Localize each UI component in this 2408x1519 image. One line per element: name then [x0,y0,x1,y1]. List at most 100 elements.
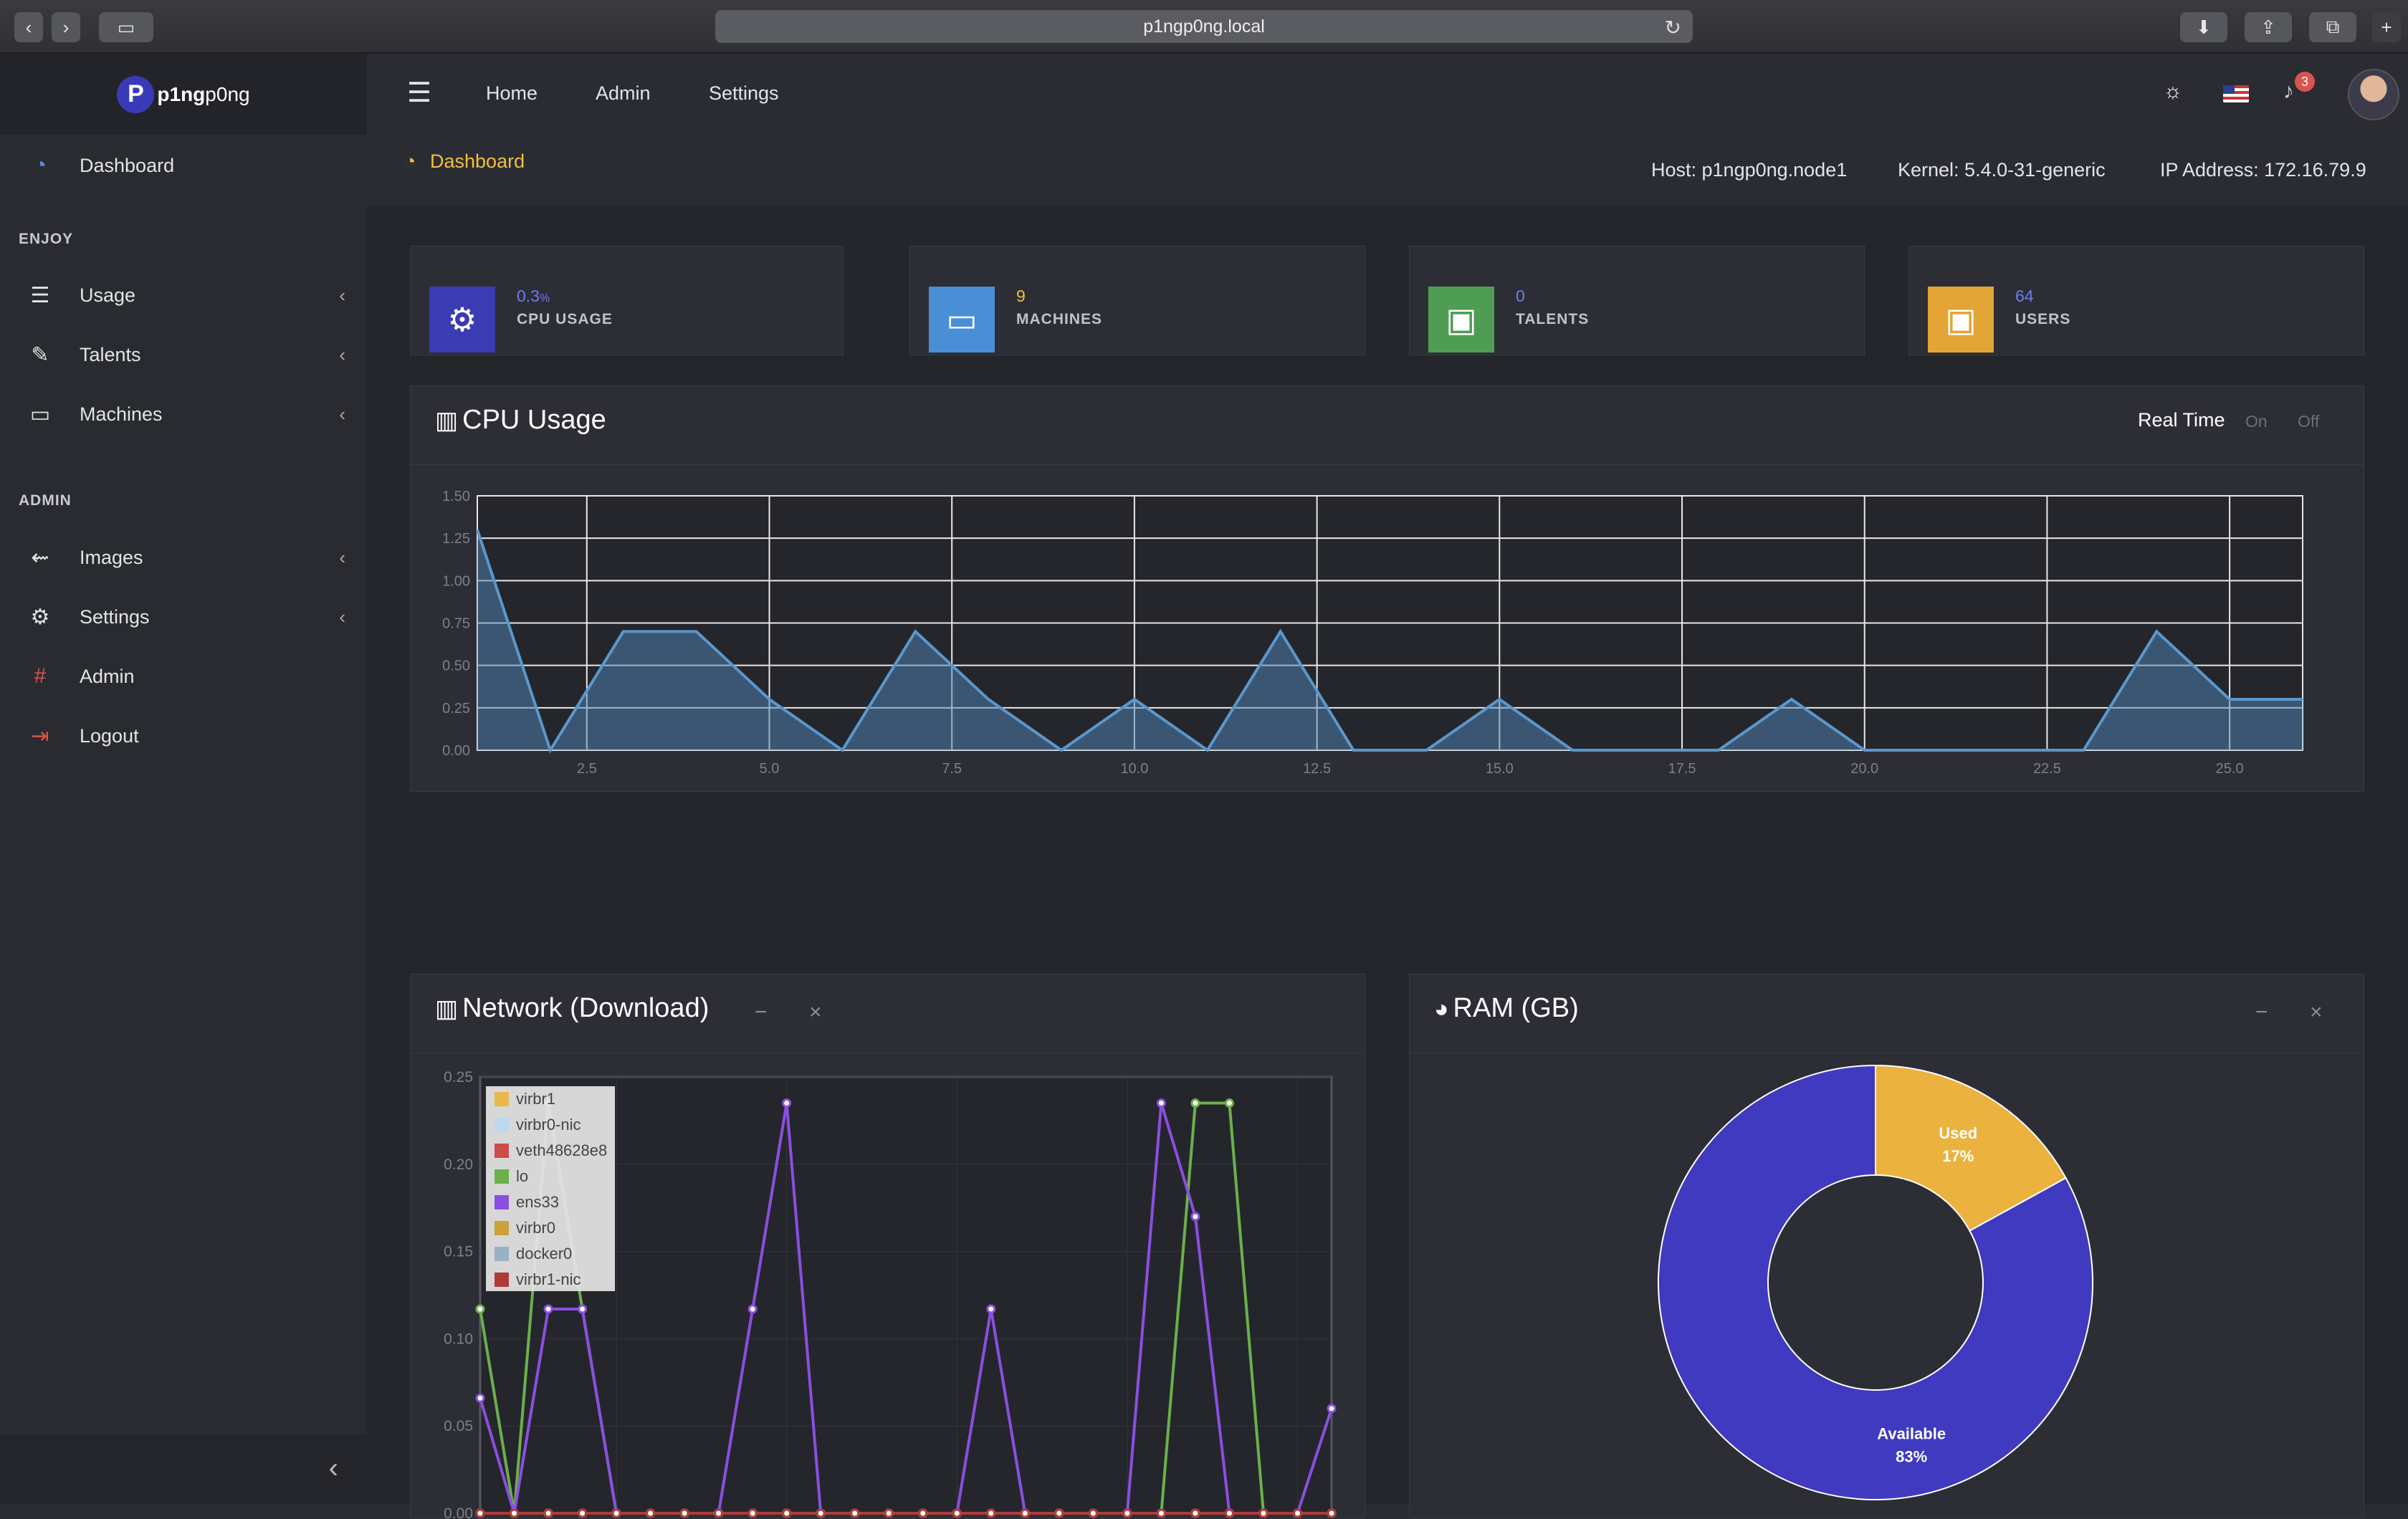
data-point [679,1508,689,1518]
x-tick-label: 17.5 [1668,761,1696,773]
sign-out-icon: ⇥ [31,724,49,748]
legend-label: lo [516,1167,528,1185]
y-tick-label: 0.25 [442,701,470,717]
data-point [1258,1508,1268,1518]
chevron-left-icon: ‹ [25,16,32,38]
sidebar-item-admin[interactable]: # Admin [0,651,367,701]
sidebar-item-talents[interactable]: ✎ Talents ‹ [0,330,367,380]
ip-info: IP Address: 172.16.79.9 [2160,159,2366,181]
y-tick-label: 0.50 [442,658,470,674]
data-point [747,1508,758,1518]
close-icon[interactable]: × [2310,1000,2323,1025]
top-navbar: ☰ Home Admin Settings ☼ ♪ 3 [367,54,2408,135]
forward-button[interactable]: › [52,12,80,42]
sidebar-item-machines[interactable]: ▭ Machines ‹ [0,389,367,439]
sidebar-item-images[interactable]: ⇜ Images ‹ [0,532,367,583]
data-point [1054,1508,1064,1518]
legend: virbr1 virbr0-nic veth48628e8 lo ens33 virbr0… [486,1086,615,1291]
legend-label: virbr1-nic [516,1270,580,1288]
ram-panel: ◕ RAM (GB) − × Used 17% Available 83% [1409,974,2364,1518]
bell-icon[interactable]: ♪ [2283,80,2294,104]
info-box-talents: ▣ 0 TALENTS [1409,246,1865,355]
realtime-off-button[interactable]: Off [2298,412,2319,431]
sidebar-item-label: Talents [80,343,141,365]
legend-swatch [494,1247,509,1261]
logo-icon: P [117,75,155,113]
sidebar-item-settings[interactable]: ⚙ Settings ‹ [0,592,367,642]
breadcrumb: ◔ Dashboard Host: p1ngp0ng.node1 Kernel:… [367,135,2408,206]
legend-swatch [494,1092,509,1106]
x-tick-label: 15.0 [1486,761,1514,773]
address-bar[interactable]: p1ngp0ng.local ↻ [715,10,1693,43]
sidebar-item-dashboard[interactable]: ◔ Dashboard [0,140,367,191]
main-content: ⚙ 0.3% CPU USAGE ▭ 9 MACHINES ▣ 0 TALENT… [367,206,2408,1519]
data-point [952,1508,962,1518]
info-label: MACHINES [1016,311,1103,327]
dashboard-icon: ◔ [33,153,47,177]
breadcrumb-label[interactable]: Dashboard [430,150,525,173]
hash-icon: # [34,664,47,688]
avatar[interactable] [2348,69,2399,120]
x-tick-label: 5.0 [760,761,780,773]
brand-logo[interactable]: P p1ng p0ng [0,54,367,135]
nav-settings[interactable]: Settings [709,82,779,105]
info-value: 64 [2015,287,2034,305]
info-box-cpu: ⚙ 0.3% CPU USAGE [410,246,844,355]
data-point [986,1508,996,1518]
data-point [1327,1404,1337,1414]
bar-chart-icon: ▥ [435,407,459,434]
close-icon[interactable]: × [809,1000,822,1025]
new-tab-button[interactable]: + [2372,12,2401,42]
chevron-left-icon: ‹ [339,284,345,306]
minimize-icon[interactable]: − [2255,1000,2268,1025]
info-value: 9 [1016,287,1026,305]
chevron-right-icon: › [62,16,70,38]
nav-admin[interactable]: Admin [596,82,651,105]
gears-icon: ⚙ [429,287,495,353]
legend-swatch [494,1169,509,1184]
data-point [850,1508,860,1518]
info-label: USERS [2015,311,2071,327]
sidebar-item-label: Admin [80,665,135,687]
legend-swatch [494,1195,509,1209]
us-flag-icon[interactable] [2223,85,2249,102]
data-point [578,1508,588,1518]
sidebar-item-label: Dashboard [80,154,175,176]
sidebar-toggle-button[interactable]: ▭ [99,12,153,42]
magic-wand-icon: ✎ [31,342,49,367]
legend-label: virbr0 [516,1219,555,1237]
x-tick-label: 22.5 [2033,761,2061,773]
realtime-on-button[interactable]: On [2245,412,2268,431]
network-panel: ▥ Network (Download) − × 0.00 0.05 0.10 0.15… [410,974,1365,1519]
browser-toolbar: ‹ › ▭ p1ngp0ng.local ↻ ⬇ ⇪ ⧉ + [0,0,2408,54]
kernel-info: Kernel: 5.4.0-31-generic [1898,159,2106,181]
minimize-icon[interactable]: − [755,1000,768,1025]
theme-toggle-icon[interactable]: ☼ [2163,80,2183,104]
legend-swatch [494,1221,509,1235]
info-value: 0 [1516,287,1525,305]
tabs-button[interactable]: ⧉ [2309,12,2356,42]
legend-label: virbr1 [516,1090,555,1108]
info-label: TALENTS [1516,311,1590,327]
legend-swatch [494,1118,509,1132]
laptop-icon: ▭ [29,402,51,426]
data-point [1156,1508,1166,1518]
legend-label: docker0 [516,1245,572,1262]
sidebar-item-logout[interactable]: ⇥ Logout [0,711,367,761]
tabs-icon: ⧉ [2326,16,2340,37]
nav-home[interactable]: Home [486,82,538,105]
panel-title: ◕ RAM (GB) [1434,993,1579,1023]
sidebar-collapse-button[interactable]: ‹ [0,1433,367,1505]
downloads-button[interactable]: ⬇ [2180,12,2227,42]
hamburger-icon[interactable]: ☰ [407,77,431,109]
data-point [986,1304,996,1314]
back-button[interactable]: ‹ [14,12,43,42]
info-label: CPU USAGE [517,311,613,327]
section-enjoy: ENJOY [19,231,74,247]
share-button[interactable]: ⇪ [2245,12,2292,42]
brand-name-bold: p1ng [157,82,206,105]
reload-icon[interactable]: ↻ [1665,16,1681,39]
sidebar-item-usage[interactable]: ☰ Usage ‹ [0,270,367,320]
legend-label: virbr0-nic [516,1116,580,1134]
data-point [1190,1212,1200,1222]
